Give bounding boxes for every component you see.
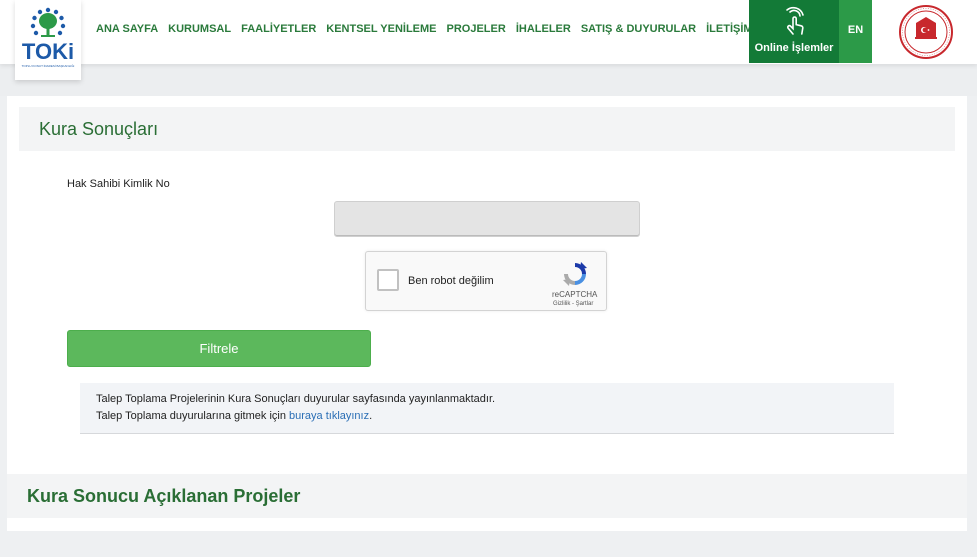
toki-logo[interactable]: TOKi TOPLU KONUT İDARESİ BAŞKANLIĞI	[15, 0, 81, 80]
nav-projeler[interactable]: PROJELER	[447, 23, 506, 35]
main-nav: ANA SAYFA KURUMSAL FAALİYETLER KENTSEL Y…	[96, 23, 763, 35]
section-title-projeler: Kura Sonucu Açıklanan Projeler	[27, 486, 301, 506]
logo-subtitle: TOPLU KONUT İDARESİ BAŞKANLIĞI	[21, 64, 75, 68]
info-line-1: Talep Toplama Projelerinin Kura Sonuçlar…	[96, 393, 496, 405]
page-title: Kura Sonuçları	[39, 119, 159, 139]
recaptcha-label: Ben robot değilim	[408, 275, 494, 287]
main-panel	[7, 96, 967, 531]
nav-iletisim[interactable]: İLETİŞİM	[706, 23, 752, 35]
duyurular-link[interactable]: buraya tıklayınız	[289, 410, 369, 422]
recaptcha-privacy-links[interactable]: Gizlilik - Şartlar	[553, 301, 593, 307]
section-header-kura: Kura Sonuçları	[19, 107, 955, 151]
filtrele-button[interactable]: Filtrele	[67, 330, 371, 367]
info-line-2-suffix: .	[369, 410, 373, 422]
kimlik-label: Hak Sahibi Kimlik No	[67, 178, 170, 190]
site-header: ANA SAYFA KURUMSAL FAALİYETLER KENTSEL Y…	[0, 0, 977, 64]
info-box: Talep Toplama Projelerinin Kura Sonuçlar…	[80, 383, 894, 434]
info-line-2-prefix: Talep Toplama duyurularına gitmek için	[96, 410, 290, 422]
nav-faaliyetler[interactable]: FAALİYETLER	[241, 23, 316, 35]
section-header-projeler: Kura Sonucu Açıklanan Projeler	[7, 474, 967, 518]
info-line-2: Talep Toplama duyurularına gitmek için b…	[96, 410, 372, 422]
nav-kurumsal[interactable]: KURUMSAL	[168, 23, 231, 35]
ministry-seal-icon[interactable]	[899, 5, 953, 59]
nav-satis-duyurular[interactable]: SATIŞ & DUYURULAR	[581, 23, 696, 35]
recaptcha-brand: reCAPTCHA	[552, 290, 598, 299]
logo-wordmark: TOKi	[21, 39, 75, 64]
language-en-button[interactable]: EN	[839, 0, 872, 63]
recaptcha-checkbox[interactable]	[377, 269, 399, 291]
background-band	[0, 64, 977, 96]
touch-hand-icon	[786, 6, 804, 35]
toki-tree-logo-icon	[30, 7, 66, 37]
recaptcha-logo-icon	[563, 262, 587, 286]
kimlik-input[interactable]	[334, 201, 640, 237]
nav-kentsel-yenileme[interactable]: KENTSEL YENİLEME	[326, 23, 436, 35]
online-islemler-button[interactable]: Online İşlemler	[749, 0, 839, 63]
online-islemler-label: Online İşlemler	[754, 42, 834, 54]
nav-ana-sayfa[interactable]: ANA SAYFA	[96, 23, 158, 35]
nav-ihaleler[interactable]: İHALELER	[516, 23, 571, 35]
recaptcha-widget: Ben robot değilim reCAPTCHA Gizlilik - Ş…	[365, 251, 607, 311]
